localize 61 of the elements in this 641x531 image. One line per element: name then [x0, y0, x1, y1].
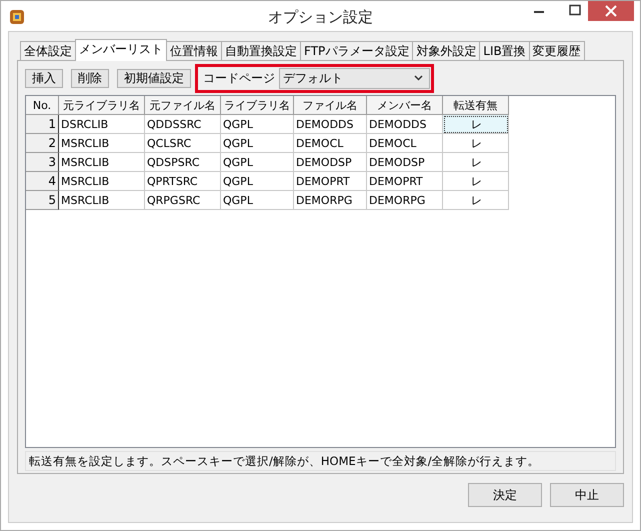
- table-cell: MSRCLIB: [59, 172, 145, 191]
- transfer-cell[interactable]: レ: [443, 153, 509, 172]
- toolbar-button[interactable]: 削除: [71, 68, 109, 88]
- table-cell: DEMORPG: [294, 191, 367, 210]
- dialog-button[interactable]: 決定: [468, 483, 542, 507]
- caret-icon: [414, 75, 423, 81]
- table-cell: QGPL: [221, 172, 294, 191]
- column-header[interactable]: 元ライブラリ名: [59, 96, 145, 115]
- table-cell: QCLSRC: [145, 134, 221, 153]
- column-header[interactable]: 転送有無: [443, 96, 509, 115]
- table-cell: DEMOPRT: [294, 172, 367, 191]
- transfer-cell[interactable]: レ: [443, 115, 509, 134]
- codepage-label: コードページ: [202, 70, 276, 86]
- table-cell: DEMOCL: [294, 134, 367, 153]
- window-title: オプション設定: [267, 8, 374, 27]
- table-cell: QPRTSRC: [145, 172, 221, 191]
- table-cell: QDSPSRC: [145, 153, 221, 172]
- row-number[interactable]: 3: [26, 153, 59, 172]
- table-cell: MSRCLIB: [59, 191, 145, 210]
- row-number[interactable]: 5: [26, 191, 59, 210]
- table-cell: DEMODSP: [367, 153, 443, 172]
- table-cell: QGPL: [221, 115, 294, 134]
- table-cell: DEMOPRT: [367, 172, 443, 191]
- table-cell: DEMOCL: [367, 134, 443, 153]
- toolbar-button[interactable]: 初期値設定: [117, 68, 191, 88]
- transfer-cell[interactable]: レ: [443, 191, 509, 210]
- table-cell: DEMORPG: [367, 191, 443, 210]
- app-icon: [9, 9, 25, 25]
- table-cell: DEMODDS: [294, 115, 367, 134]
- column-header[interactable]: 元ファイル名: [145, 96, 221, 115]
- close-icon[interactable]: [588, 1, 634, 21]
- tab[interactable]: 位置情報: [166, 41, 222, 60]
- table-cell: MSRCLIB: [59, 153, 145, 172]
- row-number[interactable]: 4: [26, 172, 59, 191]
- codepage-dropdown[interactable]: デフォルト: [279, 68, 430, 88]
- tab[interactable]: 自動置換設定: [221, 41, 301, 60]
- dialog-button[interactable]: 中止: [550, 483, 624, 507]
- tab[interactable]: 対象外設定: [412, 41, 480, 60]
- tab[interactable]: LIB置換: [479, 41, 530, 60]
- table-cell: DSRCLIB: [59, 115, 145, 134]
- transfer-cell[interactable]: レ: [443, 172, 509, 191]
- table-cell: QGPL: [221, 153, 294, 172]
- column-header[interactable]: No.: [26, 96, 59, 115]
- table-cell: QDDSSRC: [145, 115, 221, 134]
- column-header[interactable]: ファイル名: [294, 96, 367, 115]
- column-header[interactable]: メンバー名: [367, 96, 443, 115]
- tab[interactable]: メンバーリスト: [75, 39, 167, 61]
- table-cell: DEMODSP: [294, 153, 367, 172]
- status-message: 転送有無を設定します。スペースキーで選択/解除が、HOMEキーで全対象/全解除が行えます。: [25, 451, 616, 471]
- transfer-cell[interactable]: レ: [443, 134, 509, 153]
- tab[interactable]: FTPパラメータ設定: [300, 41, 414, 60]
- row-number[interactable]: 2: [26, 134, 59, 153]
- table-cell: QRPGSRC: [145, 191, 221, 210]
- row-number[interactable]: 1: [26, 115, 59, 134]
- table-cell: QGPL: [221, 134, 294, 153]
- tab[interactable]: 全体設定: [20, 41, 76, 60]
- table-cell: MSRCLIB: [59, 134, 145, 153]
- toolbar-button[interactable]: 挿入: [25, 68, 63, 88]
- column-header[interactable]: ライブラリ名: [221, 96, 294, 115]
- tab[interactable]: 変更履歴: [528, 41, 585, 60]
- table-cell: QGPL: [221, 191, 294, 210]
